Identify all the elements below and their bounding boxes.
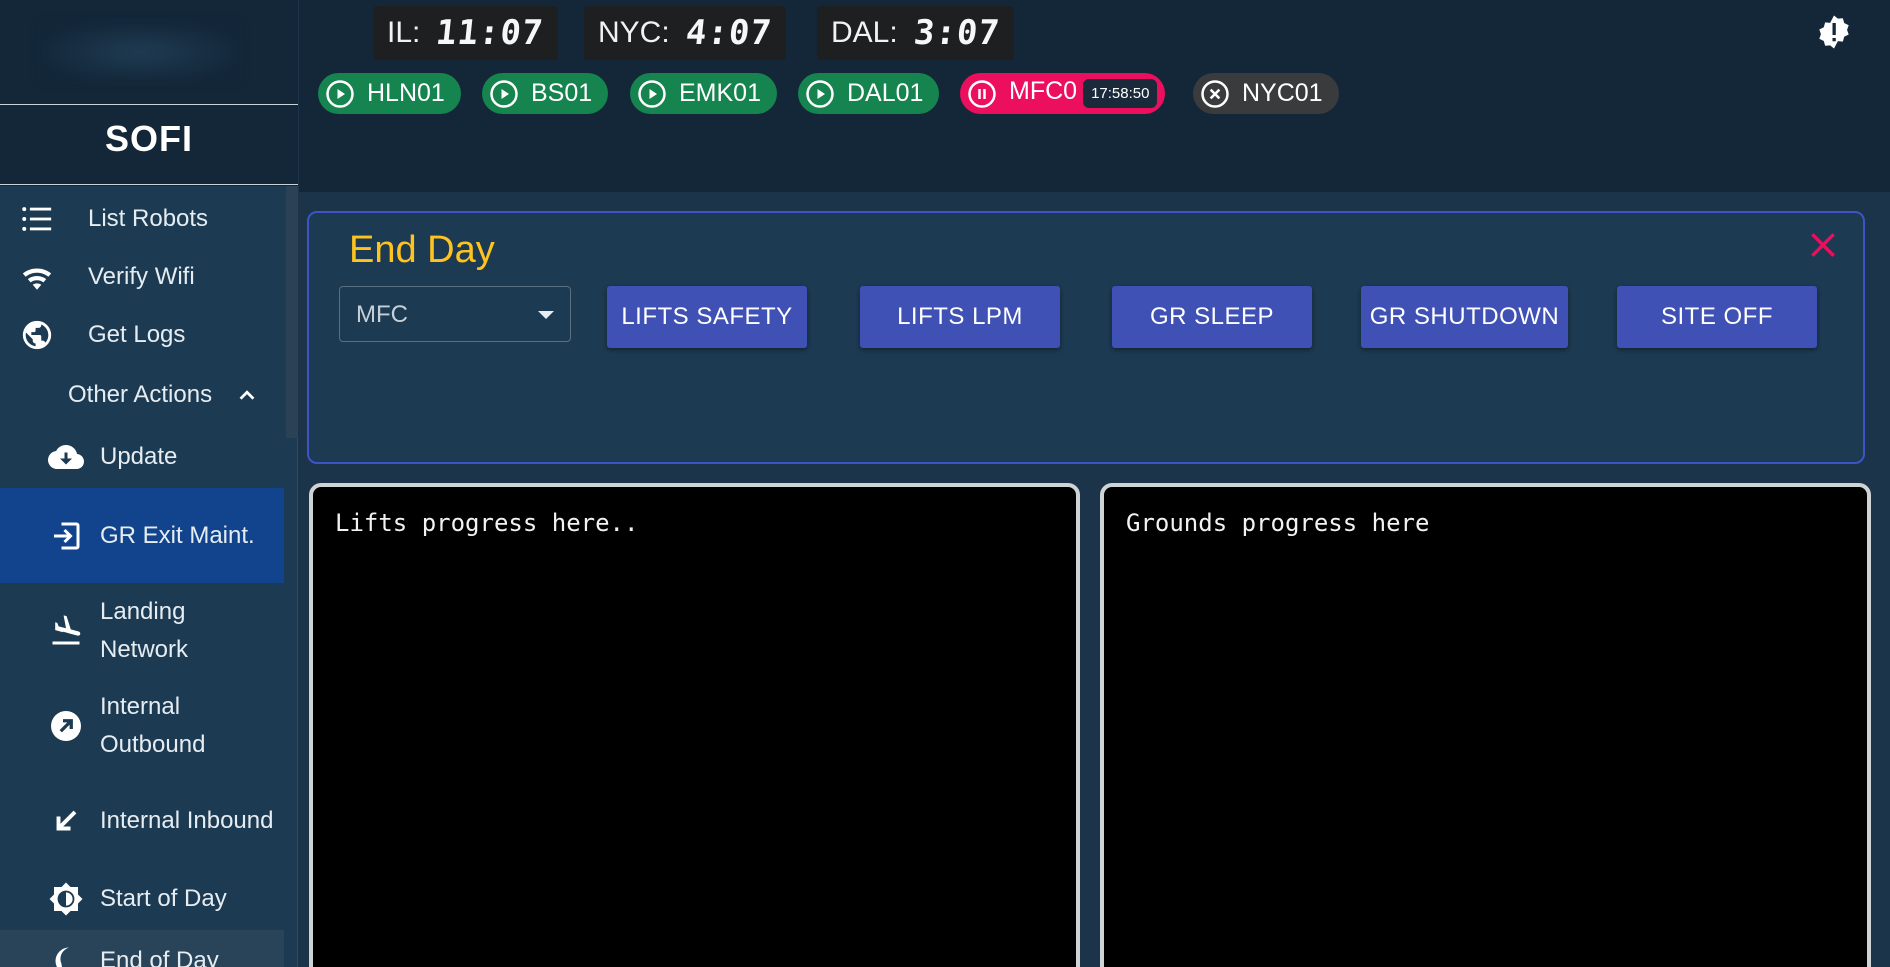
sidebar-item-landing-network[interactable]: Landing Network	[0, 583, 284, 678]
sidebar-item-label: Verify Wifi	[88, 263, 195, 290]
sidebar-item-start-of-day[interactable]: Start of Day	[0, 868, 284, 930]
cloud-download-icon	[48, 445, 84, 469]
site-select-value: MFC	[356, 301, 408, 328]
exit-icon	[54, 522, 80, 549]
grounds-progress-console[interactable]: Grounds progress here	[1100, 483, 1871, 967]
sidebar-item-get-logs[interactable]: Get Logs	[0, 306, 284, 364]
sidebar-group-other-actions[interactable]: Other Actions	[0, 364, 284, 426]
sidebar-item-label: GR Exit Maint.	[100, 521, 255, 549]
top-header: IL: 11:07 NYC: 4:07 DAL: 3:07 HLN01 BS01…	[299, 0, 1890, 192]
alert-badge-icon[interactable]	[1816, 14, 1852, 50]
close-icon[interactable]	[1807, 229, 1839, 261]
sidebar-item-internal-outbound[interactable]: Internal Outbound	[0, 678, 284, 773]
clock-time: 11:07	[434, 13, 546, 53]
globe-icon	[22, 320, 52, 350]
site-chip-hln01[interactable]: HLN01	[318, 73, 461, 114]
sidebar-group-label: Other Actions	[68, 381, 213, 408]
site-off-button[interactable]: SITE OFF	[1617, 286, 1817, 348]
sidebar-item-label: Get Logs	[88, 321, 186, 348]
sidebar-item-update[interactable]: Update	[0, 426, 284, 488]
sidebar-nav: List Robots Verify Wifi Get Logs Other A…	[0, 190, 284, 967]
sidebar-item-label: List Robots	[88, 205, 209, 232]
wifi-check-icon	[22, 268, 52, 290]
sidebar-item-gr-exit-maint[interactable]: GR Exit Maint.	[0, 488, 284, 583]
end-day-panel: End Day MFC LIFTS SAFETY LIFTS LPM GR SL…	[307, 211, 1865, 464]
plane-landing-icon	[52, 614, 81, 644]
site-chip-bs01[interactable]: BS01	[482, 73, 609, 114]
site-chip-timer: 17:58:50	[1083, 79, 1158, 108]
list-icon	[22, 207, 52, 231]
gr-sleep-button[interactable]: GR SLEEP	[1112, 286, 1312, 348]
clock-city: NYC:	[598, 16, 670, 49]
sidebar-item-label: Update	[100, 443, 178, 470]
arrow-down-left-icon	[56, 810, 77, 830]
sidebar-item-label: Internal Outbound	[100, 692, 206, 758]
sidebar-item-label: Start of Day	[100, 885, 227, 912]
moon-icon	[55, 947, 69, 967]
site-chip-label: DAL01	[847, 79, 924, 107]
clock-time: 4:07	[683, 13, 774, 53]
gr-shutdown-button[interactable]: GR SHUTDOWN	[1361, 286, 1568, 348]
sidebar-item-end-of-day[interactable]: End of Day	[0, 930, 284, 967]
close-circle-icon	[1201, 79, 1229, 108]
play-icon	[638, 79, 666, 108]
lifts-progress-text: Lifts progress here..	[335, 509, 639, 537]
brand-title: SOFI	[104, 118, 193, 159]
site-select[interactable]: MFC	[339, 286, 571, 342]
lifts-progress-console[interactable]: Lifts progress here..	[309, 483, 1080, 967]
sidebar-item-label: Landing Network	[100, 597, 189, 663]
sidebar-item-label: End of Day	[100, 947, 219, 967]
play-icon	[806, 79, 834, 108]
sidebar-item-label: Internal Inbound	[100, 806, 274, 834]
site-chip-label: EMK01	[679, 79, 761, 107]
sidebar-header: SOFI	[0, 0, 298, 186]
panel-title: End Day	[349, 229, 495, 271]
lifts-lpm-button[interactable]: LIFTS LPM	[860, 286, 1060, 348]
sidebar: SOFI List Robots Verify Wifi Get Logs Ot…	[0, 0, 298, 967]
clock-il: IL: 11:07	[373, 6, 558, 60]
clock-city: IL:	[387, 16, 421, 49]
pause-icon	[968, 79, 996, 108]
site-chip-label: BS01	[531, 79, 593, 107]
clock-dal: DAL: 3:07	[817, 6, 1014, 60]
logo	[40, 22, 240, 82]
divider	[0, 104, 298, 105]
site-chip-nyc01[interactable]: NYC01	[1193, 73, 1339, 114]
site-chip-dal01[interactable]: DAL01	[798, 73, 940, 114]
clock-nyc: NYC: 4:07	[584, 6, 786, 60]
sidebar-item-list-robots[interactable]: List Robots	[0, 190, 284, 248]
play-icon	[490, 79, 518, 108]
play-icon	[326, 79, 354, 108]
lifts-safety-button[interactable]: LIFTS SAFETY	[607, 286, 807, 348]
chevron-up-icon	[239, 390, 255, 400]
clock-city: DAL:	[831, 16, 898, 49]
grounds-progress-text: Grounds progress here	[1126, 509, 1430, 537]
divider	[0, 184, 298, 185]
site-chip-emk01[interactable]: EMK01	[630, 73, 777, 114]
brightness-icon	[49, 882, 83, 916]
site-chip-mfc0[interactable]: MFC0 17:58:50	[960, 73, 1166, 114]
sidebar-scrollbar[interactable]	[286, 186, 298, 438]
sidebar-item-verify-wifi[interactable]: Verify Wifi	[0, 248, 284, 306]
site-chip-label: MFC0	[1009, 77, 1078, 105]
arrow-up-right-icon	[51, 710, 81, 741]
sidebar-item-internal-inbound[interactable]: Internal Inbound	[0, 773, 284, 868]
clock-time: 3:07	[911, 13, 1002, 53]
site-chip-label: HLN01	[367, 79, 445, 107]
site-chip-label: NYC01	[1242, 79, 1323, 107]
caret-down-icon	[538, 311, 554, 319]
